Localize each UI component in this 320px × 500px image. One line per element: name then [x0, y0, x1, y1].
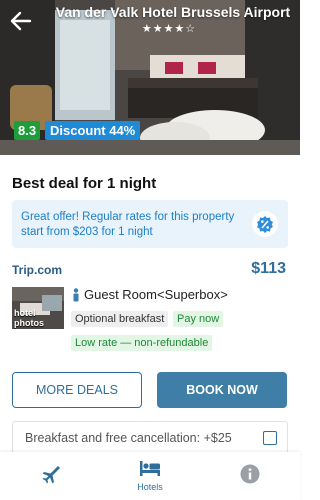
bottom-navigation: Hotels: [0, 452, 300, 500]
rating-badge: 8.3: [14, 121, 41, 140]
hotel-name: Van der Valk Hotel Brussels Airport: [55, 4, 291, 20]
provider-name: Trip.com: [12, 263, 63, 277]
nav-hotels-label: Hotels: [137, 482, 163, 492]
bed-icon: [140, 461, 160, 476]
offer-text-line-2: start from $203 for 1 night: [21, 226, 153, 238]
thumbnail-label: hotel photos: [14, 308, 44, 328]
room-name: Guest Room<Superbox>: [84, 287, 228, 302]
addon-option[interactable]: Breakfast and free cancellation: +$25: [12, 421, 288, 455]
info-icon: [240, 464, 260, 484]
offer-text: Great offer! Regular rates for this prop…: [21, 210, 241, 240]
hotel-hero-image: Van der Valk Hotel Brussels Airport ★★★★…: [0, 0, 300, 155]
nav-info[interactable]: [200, 452, 300, 500]
rate-policy-tag: Low rate — non-refundable: [71, 335, 213, 351]
offer-banner: Great offer! Regular rates for this prop…: [12, 200, 288, 248]
nav-flights[interactable]: [0, 452, 100, 500]
airplane-icon: [42, 466, 60, 484]
offer-text-line-1: Great offer! Regular rates for this prop…: [21, 211, 235, 223]
discount-icon: [252, 211, 278, 237]
percent-badge-icon: [257, 216, 273, 233]
price: $113: [251, 260, 286, 277]
addon-checkbox[interactable]: [263, 431, 277, 445]
nav-hotels[interactable]: Hotels: [100, 452, 200, 500]
thumbnail-label-line-1: hotel: [14, 308, 36, 318]
more-deals-button[interactable]: MORE DEALS: [12, 372, 142, 408]
book-now-button[interactable]: BOOK NOW: [157, 372, 287, 408]
room-thumbnail[interactable]: hotel photos: [12, 287, 64, 329]
thumbnail-label-line-2: photos: [14, 318, 44, 328]
addon-label: Breakfast and free cancellation: +$25: [25, 431, 232, 445]
person-icon: [71, 288, 81, 302]
star-rating: ★★★★☆: [141, 23, 197, 35]
pay-now-tag: Pay now: [173, 311, 224, 327]
deal-title: Best deal for 1 night: [12, 175, 157, 192]
optional-breakfast-tag: Optional breakfast: [71, 311, 169, 327]
discount-badge: Discount 44%: [45, 121, 141, 140]
